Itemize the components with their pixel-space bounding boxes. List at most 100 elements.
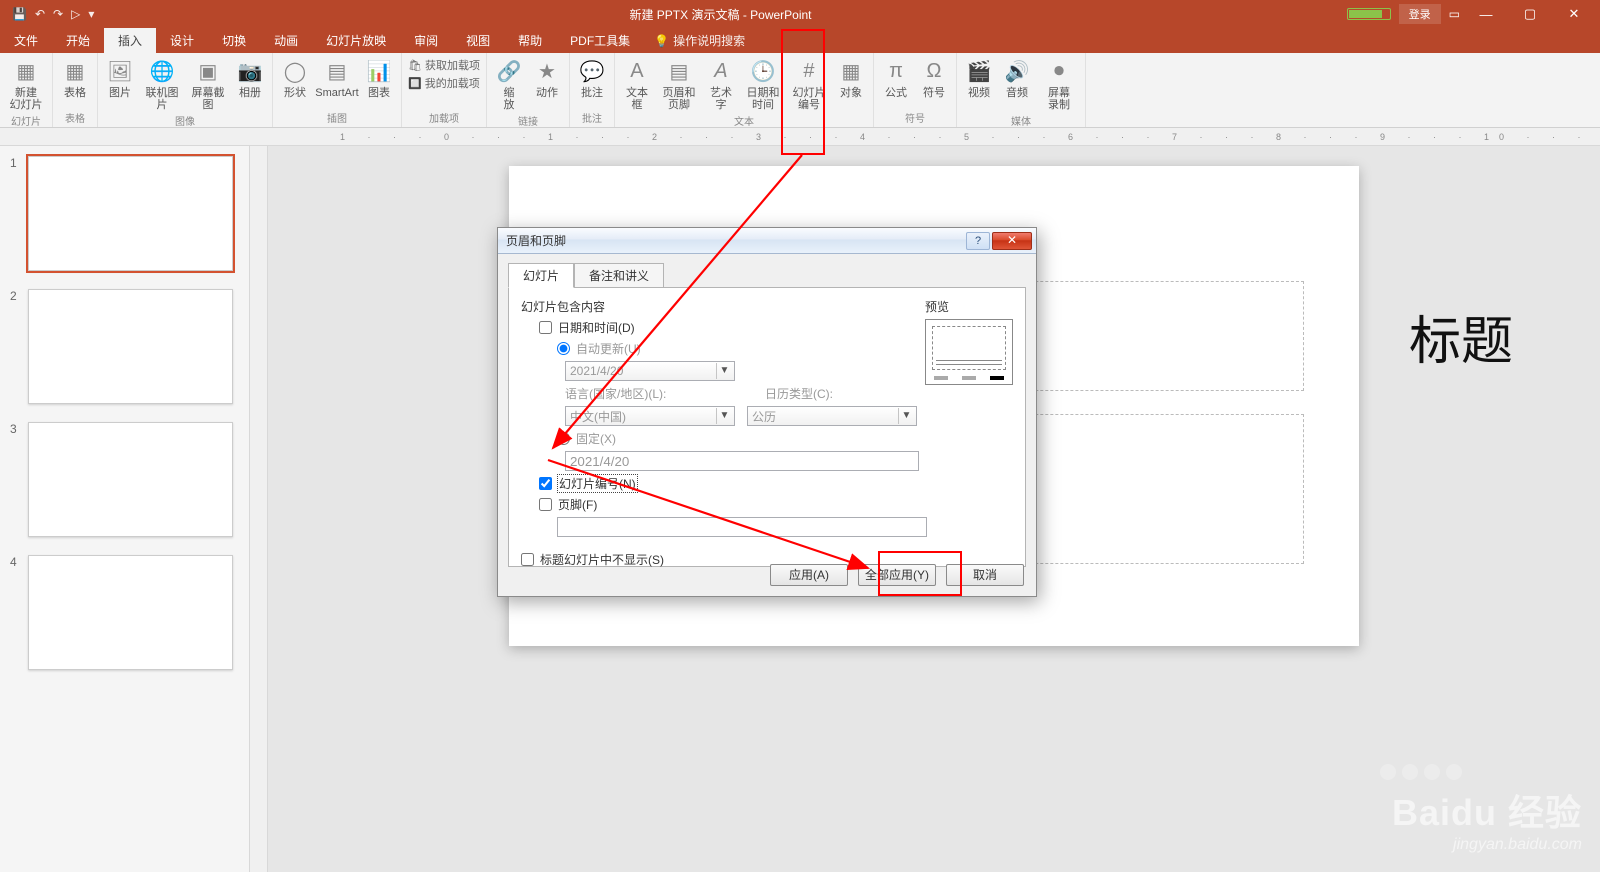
tab-design[interactable]: 设计 <box>156 28 208 53</box>
shapes-button[interactable]: ◯形状 <box>279 57 311 99</box>
redo-icon[interactable]: ↷ <box>53 7 63 21</box>
equation-button[interactable]: π公式 <box>880 57 912 99</box>
maximize-button[interactable]: ▢ <box>1512 6 1548 22</box>
ribbon-display-options-icon[interactable]: ▭ <box>1449 7 1460 21</box>
not-on-title-checkbox[interactable] <box>521 553 534 566</box>
slide-thumb-2[interactable] <box>28 289 233 404</box>
fixed-row[interactable]: 固定(X) <box>521 430 1013 447</box>
tab-pdf-tools[interactable]: PDF工具集 <box>556 28 644 53</box>
zoom-button[interactable]: 🔗缩 放 <box>493 57 525 111</box>
new-slide-icon: ▦ <box>11 57 41 85</box>
tell-me-search[interactable]: 💡 操作说明搜索 <box>654 32 745 53</box>
symbol-button[interactable]: Ω符号 <box>918 57 950 99</box>
apply-button[interactable]: 应用(A) <box>770 564 848 586</box>
dialog-tab-notes[interactable]: 备注和讲义 <box>574 263 664 288</box>
picture-button[interactable]: 🖼图片 <box>104 57 136 99</box>
date-format-combo[interactable]: 2021/4/20 ▼ <box>565 361 735 381</box>
chevron-down-icon: ▼ <box>716 408 732 424</box>
dialog-tabs: 幻灯片 备注和讲义 <box>508 262 1026 287</box>
get-addins-button[interactable]: 🛍获取加载项 <box>408 57 480 73</box>
video-icon: 🎬 <box>964 57 994 85</box>
table-button[interactable]: ▦ 表格 <box>59 57 91 99</box>
qat-more-icon[interactable]: ▾ <box>88 7 94 21</box>
calendar-combo[interactable]: 公历 ▼ <box>747 406 917 426</box>
object-button[interactable]: ▦对象 <box>835 57 867 99</box>
slide-thumb-1[interactable] <box>28 156 233 271</box>
tab-review[interactable]: 审阅 <box>400 28 452 53</box>
slide-thumb-4[interactable] <box>28 555 233 670</box>
group-comments-label: 批注 <box>582 108 602 125</box>
ribbon: ▦ 新建 幻灯片 幻灯片 ▦ 表格 表格 🖼图片 🌐联机图片 ▣屏幕截图 📷相册… <box>0 53 1600 128</box>
undo-icon[interactable]: ↶ <box>35 7 45 21</box>
dialog-close-button[interactable]: ✕ <box>992 232 1032 250</box>
watermark-line2: jingyan.baidu.com <box>1392 836 1582 854</box>
close-window-button[interactable]: ✕ <box>1556 6 1592 22</box>
watermark: Baidu 经验 jingyan.baidu.com <box>1392 784 1582 854</box>
comment-label: 批注 <box>581 87 603 99</box>
dialog-tab-slide[interactable]: 幻灯片 <box>508 263 574 288</box>
group-media: 🎬视频 🔊音频 ⏺屏幕 录制 媒体 <box>957 53 1086 127</box>
tab-view[interactable]: 视图 <box>452 28 504 53</box>
footer-checkbox[interactable] <box>539 498 552 511</box>
slidenum-row[interactable]: 幻灯片编号(N) <box>521 475 1013 492</box>
thumb-row-3[interactable]: 3 <box>10 422 239 537</box>
footer-row[interactable]: 页脚(F) <box>521 496 1013 513</box>
dialog-titlebar[interactable]: 页眉和页脚 ? ✕ <box>498 228 1036 254</box>
header-footer-icon: ▤ <box>664 57 694 85</box>
slide-thumbnails-panel[interactable]: 1 2 3 4 <box>0 146 250 872</box>
footer-input[interactable] <box>557 517 927 537</box>
video-button[interactable]: 🎬视频 <box>963 57 995 99</box>
auto-update-radio[interactable] <box>557 342 570 355</box>
screen-recording-button[interactable]: ⏺屏幕 录制 <box>1039 57 1079 111</box>
chevron-down-icon: ▼ <box>898 408 914 424</box>
thumb-row-1[interactable]: 1 <box>10 156 239 271</box>
thumb-num: 2 <box>10 289 20 404</box>
slide-thumb-3[interactable] <box>28 422 233 537</box>
online-picture-button[interactable]: 🌐联机图片 <box>142 57 182 111</box>
smartart-button[interactable]: ▤SmartArt <box>317 57 357 99</box>
group-media-label: 媒体 <box>1011 111 1031 128</box>
comment-button[interactable]: 💬批注 <box>576 57 608 99</box>
equation-label: 公式 <box>885 87 907 99</box>
tab-transition[interactable]: 切换 <box>208 28 260 53</box>
album-label: 相册 <box>239 87 261 99</box>
wordart-button[interactable]: A艺术字 <box>705 57 737 111</box>
textbox-button[interactable]: A文本框 <box>621 57 653 111</box>
thumb-num: 4 <box>10 555 20 670</box>
cancel-button[interactable]: 取消 <box>946 564 1024 586</box>
login-button[interactable]: 登录 <box>1399 4 1441 24</box>
tab-insert[interactable]: 插入 <box>104 28 156 53</box>
screenshot-button[interactable]: ▣屏幕截图 <box>188 57 228 111</box>
header-footer-button[interactable]: ▤页眉和页脚 <box>659 57 699 111</box>
tab-file[interactable]: 文件 <box>0 28 52 53</box>
group-tables-label: 表格 <box>65 108 85 125</box>
datetime-checkbox[interactable] <box>539 321 552 334</box>
slideshow-from-start-icon[interactable]: ▷ <box>71 7 80 21</box>
new-slide-button[interactable]: ▦ 新建 幻灯片 <box>6 57 46 111</box>
slidenum-checkbox[interactable] <box>539 477 552 490</box>
tab-help[interactable]: 帮助 <box>504 28 556 53</box>
group-text-label: 文本 <box>734 111 754 128</box>
audio-button[interactable]: 🔊音频 <box>1001 57 1033 99</box>
tab-slideshow[interactable]: 幻灯片放映 <box>312 28 400 53</box>
apply-all-button[interactable]: 全部应用(Y) <box>858 564 936 586</box>
minimize-button[interactable]: ― <box>1468 7 1504 22</box>
symbol-icon: Ω <box>919 57 949 85</box>
action-button[interactable]: ★动作 <box>531 57 563 99</box>
header-footer-label: 页眉和页脚 <box>659 87 699 111</box>
datetime-button[interactable]: 🕒日期和时间 <box>743 57 783 111</box>
dialog-window-buttons: ? ✕ <box>966 232 1032 250</box>
language-combo[interactable]: 中文(中国) ▼ <box>565 406 735 426</box>
thumb-row-4[interactable]: 4 <box>10 555 239 670</box>
chart-button[interactable]: 📊图表 <box>363 57 395 99</box>
dialog-help-button[interactable]: ? <box>966 232 990 250</box>
fixed-radio[interactable] <box>557 432 570 445</box>
save-icon[interactable]: 💾 <box>12 7 27 21</box>
tab-home[interactable]: 开始 <box>52 28 104 53</box>
my-addins-button[interactable]: 🔲我的加载项 <box>408 75 480 91</box>
slide-number-button[interactable]: #幻灯片 编号 <box>789 57 829 111</box>
tab-animation[interactable]: 动画 <box>260 28 312 53</box>
album-button[interactable]: 📷相册 <box>234 57 266 99</box>
fixed-date-input[interactable] <box>565 451 919 471</box>
thumb-row-2[interactable]: 2 <box>10 289 239 404</box>
